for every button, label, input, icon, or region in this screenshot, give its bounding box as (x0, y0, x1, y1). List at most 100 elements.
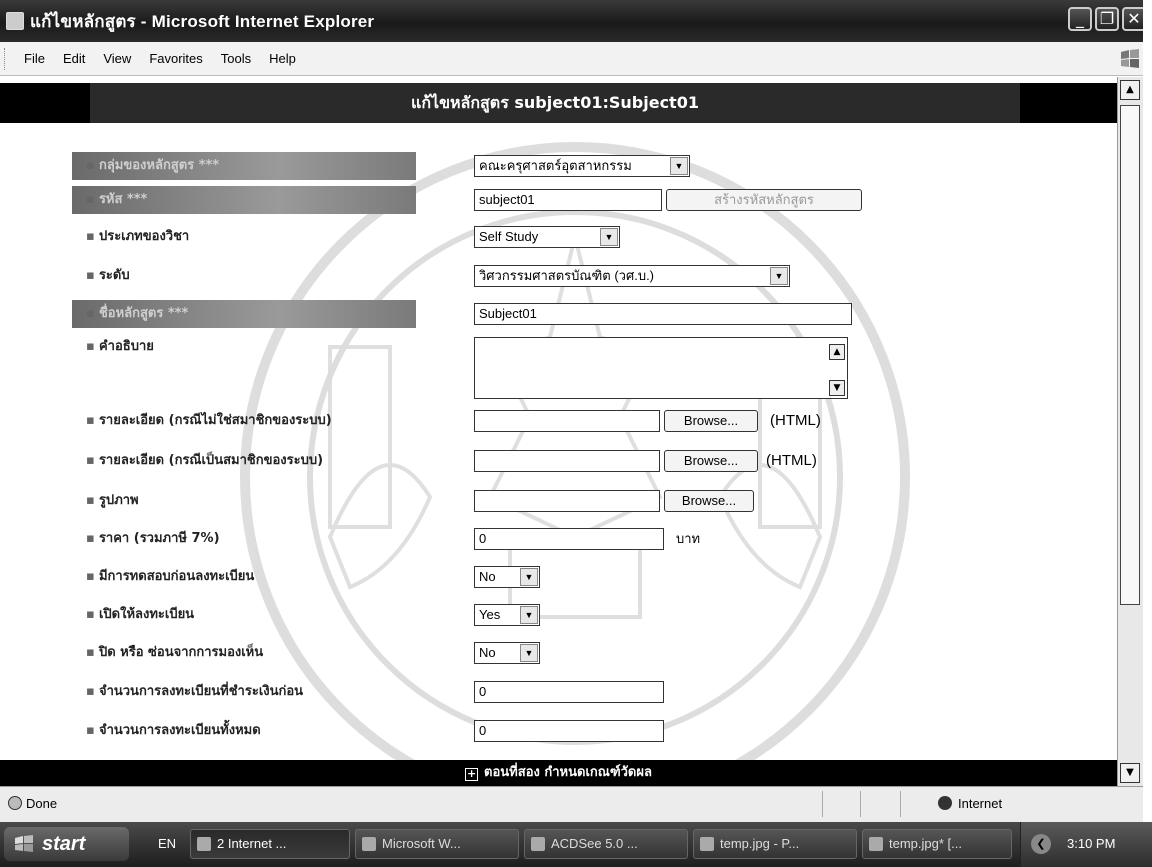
row-price: ราคา (รวมภาษี 7%) 0 บาท (0, 525, 1117, 555)
menu-help[interactable]: Help (260, 51, 305, 66)
chevron-down-icon: ▼ (520, 606, 538, 624)
row-image: รูปภาพ Browse... (0, 487, 1117, 517)
maximize-button[interactable]: ❐ (1095, 7, 1119, 31)
menu-bar: File Edit View Favorites Tools Help (0, 42, 1152, 76)
windows-taskbar: start EN 2 Internet ... Microsoft W... A… (0, 822, 1152, 867)
scroll-down-icon[interactable]: ▼ (829, 380, 845, 396)
task-label: Microsoft W... (382, 836, 461, 851)
label-paid-count: จำนวนการลงทะเบียนที่ชำระเงินก่อน (72, 678, 412, 706)
security-zone: Internet (938, 796, 1002, 811)
task-label: ACDSee 5.0 ... (551, 836, 638, 851)
select-hide-value: No (479, 645, 496, 660)
minimize-button[interactable]: _ (1068, 7, 1092, 31)
label-group: กลุ่มของหลักสูตร *** (72, 152, 416, 180)
input-name[interactable]: Subject01 (474, 303, 852, 325)
status-done: Done (26, 796, 58, 811)
paint-icon (700, 837, 714, 851)
label-open: เปิดให้ลงทะเบียน (72, 601, 412, 629)
select-group[interactable]: คณะครุศาสตร์อุตสาหกรรม ▼ (474, 155, 690, 177)
input-detail-member-file[interactable] (474, 450, 660, 472)
toolbar-grip[interactable] (4, 47, 7, 70)
section-two-header[interactable]: + ตอนที่สอง กำหนดเกณฑ์วัดผล (0, 760, 1117, 786)
menu-file[interactable]: File (15, 51, 54, 66)
html-suffix: (HTML) (766, 452, 817, 469)
textarea-description[interactable]: ▲ ▼ (474, 337, 848, 399)
globe-icon (938, 796, 952, 810)
system-tray: ❮ 3:10 PM (1020, 822, 1152, 867)
menu-view[interactable]: View (94, 51, 140, 66)
row-group: กลุ่มของหลักสูตร *** คณะครุศาสตร์อุตสาหก… (0, 152, 1117, 182)
ie-icon (197, 837, 211, 851)
label-total-count: จำนวนการลงทะเบียนทั้งหมด (72, 717, 412, 745)
input-price[interactable]: 0 (474, 528, 664, 550)
label-level: ระดับ (72, 262, 412, 290)
menu-favorites[interactable]: Favorites (140, 51, 211, 66)
label-pretest: มีการทดสอบก่อนลงทะเบียน (72, 563, 412, 591)
menu-tools[interactable]: Tools (212, 51, 260, 66)
show-hidden-icons-icon[interactable]: ❮ (1031, 834, 1051, 854)
input-detail-nonmember-file[interactable] (474, 410, 660, 432)
task-temp-paint[interactable]: temp.jpg - P... (693, 829, 857, 859)
task-label: 2 Internet ... (217, 836, 287, 851)
task-acdsee[interactable]: ACDSee 5.0 ... (524, 829, 688, 859)
scroll-up-arrow-icon[interactable]: ▲ (1120, 80, 1140, 100)
label-name: ชื่อหลักสูตร *** (72, 300, 416, 328)
browse-member-button[interactable]: Browse... (664, 450, 758, 472)
clock[interactable]: 3:10 PM (1067, 836, 1115, 851)
browse-nonmember-button[interactable]: Browse... (664, 410, 758, 432)
row-code: รหัส *** subject01 สร้างรหัสหลักสูตร (0, 186, 1117, 216)
task-microsoft-word[interactable]: Microsoft W... (355, 829, 519, 859)
label-code: รหัส *** (72, 186, 416, 214)
row-description: คำอธิบาย ▲ ▼ (0, 333, 1117, 399)
chevron-down-icon: ▼ (600, 228, 618, 246)
ie-page-icon (8, 796, 22, 810)
language-indicator[interactable]: EN (158, 836, 176, 851)
input-total-count[interactable]: 0 (474, 720, 664, 742)
label-description: คำอธิบาย (72, 333, 412, 361)
html-suffix: (HTML) (770, 412, 821, 429)
expand-plus-icon[interactable]: + (465, 768, 479, 781)
select-group-value: คณะครุศาสตร์อุตสาหกรรม (479, 158, 632, 173)
windows-flag-icon (1121, 49, 1139, 68)
input-code[interactable]: subject01 (474, 189, 662, 211)
scroll-down-arrow-icon[interactable]: ▼ (1120, 763, 1140, 783)
label-detail-nonmember: รายละเอียด (กรณีไม่ใช่สมาชิกของระบบ) (72, 407, 412, 435)
page-content: แก้ไขหลักสูตร subject01:Subject01 กลุ่มข… (0, 77, 1117, 786)
acdsee-icon (531, 837, 545, 851)
task-temp-editor[interactable]: temp.jpg* [... (862, 829, 1012, 859)
window-right-edge (1143, 0, 1152, 867)
menu-edit[interactable]: Edit (54, 51, 94, 66)
label-price: ราคา (รวมภาษี 7%) (72, 525, 412, 553)
scroll-up-icon[interactable]: ▲ (829, 344, 845, 360)
task-label: temp.jpg - P... (720, 836, 800, 851)
chevron-down-icon: ▼ (520, 568, 538, 586)
vertical-scrollbar[interactable]: ▲ ▼ (1117, 77, 1143, 786)
price-unit: บาท (676, 531, 701, 546)
input-image-file[interactable] (474, 490, 660, 512)
task-internet-explorer[interactable]: 2 Internet ... (190, 829, 350, 859)
select-open-value: Yes (479, 607, 501, 622)
select-hide[interactable]: No ▼ (474, 642, 540, 664)
select-level[interactable]: วิศวกรรมศาสตรบัณฑิต (วศ.บ.) ▼ (474, 265, 790, 287)
chevron-down-icon: ▼ (770, 267, 788, 285)
select-type[interactable]: Self Study ▼ (474, 226, 620, 248)
label-image: รูปภาพ (72, 487, 412, 515)
select-open[interactable]: Yes ▼ (474, 604, 540, 626)
input-paid-count[interactable]: 0 (474, 681, 664, 703)
row-detail-nonmember: รายละเอียด (กรณีไม่ใช่สมาชิกของระบบ) Bro… (0, 407, 1117, 437)
row-hide: ปิด หรือ ซ่อนจากการมองเห็น No ▼ (0, 639, 1117, 669)
row-level: ระดับ วิศวกรรมศาสตรบัณฑิต (วศ.บ.) ▼ (0, 262, 1117, 292)
chevron-down-icon: ▼ (670, 157, 688, 175)
start-button[interactable]: start (4, 827, 129, 861)
generate-code-button[interactable]: สร้างรหัสหลักสูตร (666, 189, 862, 211)
status-bar: Done Internet (0, 786, 1143, 822)
browse-image-button[interactable]: Browse... (664, 490, 754, 512)
row-pretest: มีการทดสอบก่อนลงทะเบียน No ▼ (0, 563, 1117, 593)
scrollbar-thumb[interactable] (1120, 105, 1140, 605)
row-total-count: จำนวนการลงทะเบียนทั้งหมด 0 (0, 717, 1117, 747)
page-header: แก้ไขหลักสูตร subject01:Subject01 (0, 83, 1117, 123)
select-type-value: Self Study (479, 229, 539, 244)
select-pretest[interactable]: No ▼ (474, 566, 540, 588)
row-open: เปิดให้ลงทะเบียน Yes ▼ (0, 601, 1117, 631)
zone-label: Internet (958, 796, 1003, 811)
